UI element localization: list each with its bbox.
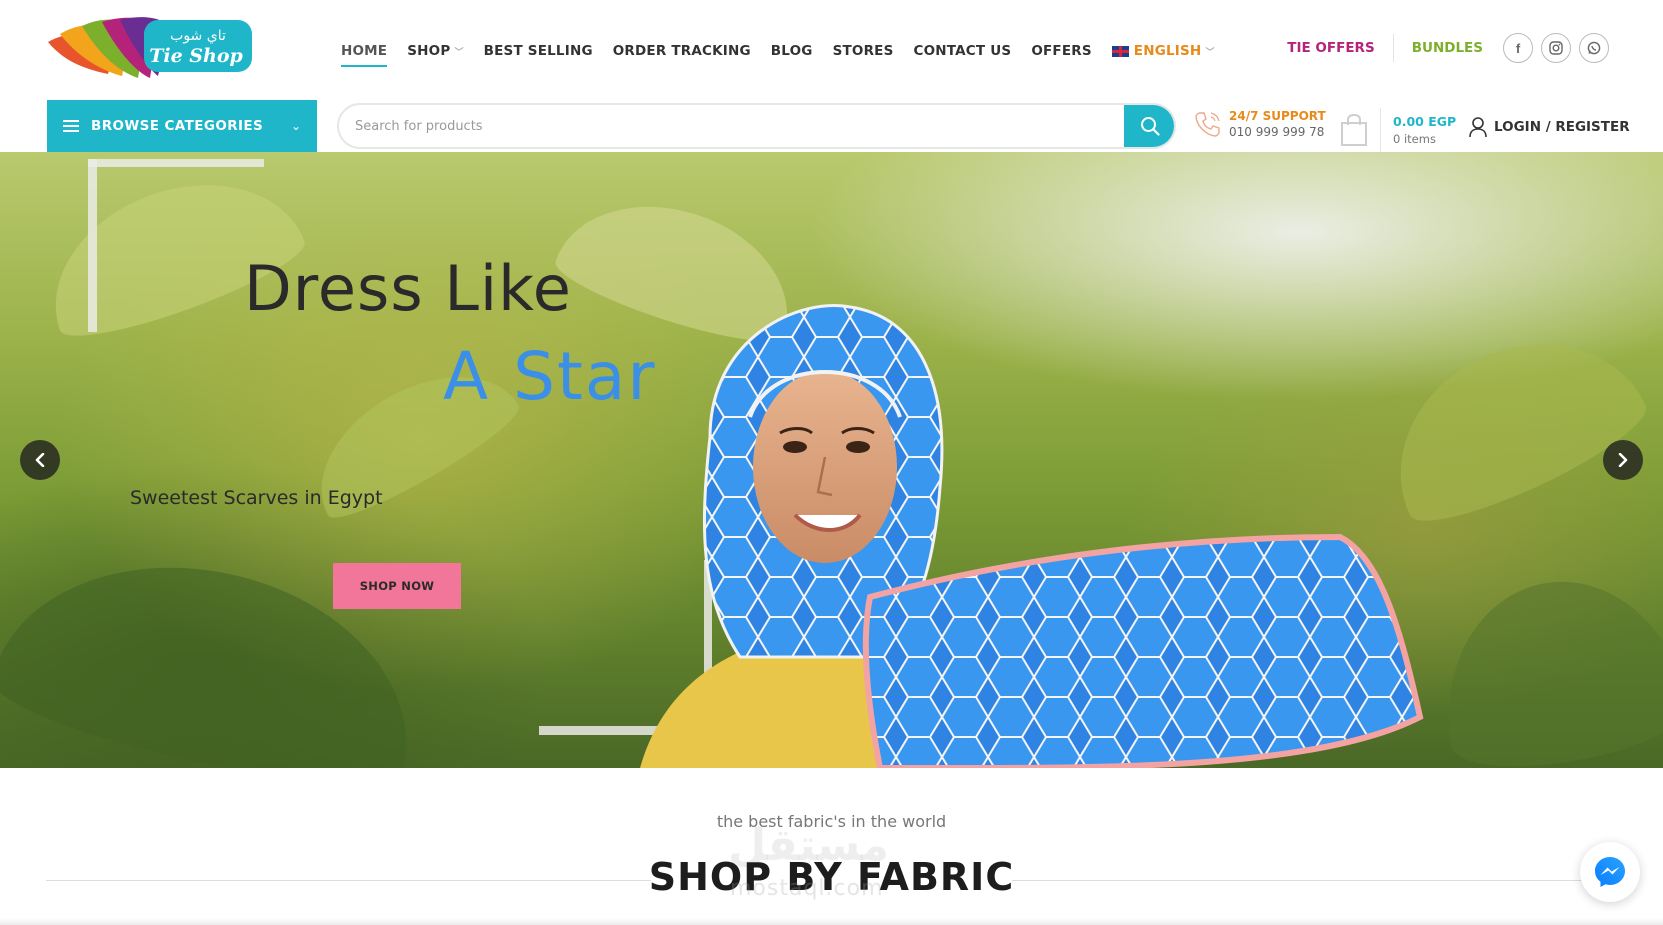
cart-total: 0.00 EGP [1393,114,1457,129]
chevron-right-icon [1618,453,1628,467]
browse-categories-label: BROWSE CATEGORIES [91,118,264,134]
hero-headline-line2: A Star [443,338,657,415]
support-phone: 010 999 999 78 [1229,125,1325,139]
nav-blog[interactable]: BLOG [771,38,813,64]
decor-frame-line [88,159,264,167]
support-block[interactable]: 24/7 SUPPORT 010 999 999 78 [1193,108,1326,140]
messenger-chat-button[interactable] [1580,842,1640,902]
language-label: ENGLISH [1133,43,1202,59]
chevron-down-icon: ﹀ [1205,47,1215,58]
login-register-link[interactable]: LOGIN / REGISTER [1468,116,1630,138]
main-nav: HOME SHOP ﹀ BEST SELLING ORDER TRACKING B… [341,38,1235,67]
hero-headline-line1: Dress Like [244,252,572,325]
chevron-down-icon: ⌄ [290,119,301,133]
shopping-bag-icon [1341,113,1367,146]
nav-best-selling-label: BEST SELLING [483,43,593,59]
cart-widget[interactable]: 0.00 EGP 0 items [1340,108,1456,152]
bundles-link[interactable]: BUNDLES [1412,40,1483,56]
nav-blog-label: BLOG [770,43,813,59]
nav-stores[interactable]: STORES [833,38,894,64]
nav-offers-label: OFFERS [1031,43,1092,59]
divider [1380,108,1381,152]
search-input[interactable] [339,105,1124,147]
user-icon [1469,117,1487,138]
support-title: 24/7 SUPPORT [1229,109,1326,123]
browse-categories-button[interactable]: BROWSE CATEGORIES ⌄ [47,100,317,152]
hero-model-image [640,304,1424,768]
header-top: تاي شوب Tie Shop HOME SHOP ﹀ BEST SELLING… [0,0,1663,100]
messenger-icon [1595,857,1625,887]
hero-subtitle: Sweetest Scarves in Egypt [130,487,383,509]
nav-offers[interactable]: OFFERS [1031,38,1091,64]
slider-next-button[interactable] [1603,440,1643,480]
hero-slider: Dress Like A Star Sweetest Scarves in Eg… [0,152,1663,768]
search-icon [1141,117,1160,136]
logo-arabic-text: تاي شوب [170,28,226,44]
shop-now-button[interactable]: SHOP NOW [333,563,461,609]
nav-order-tracking[interactable]: ORDER TRACKING [613,38,751,64]
cart-item-count: 0 items [1393,132,1436,146]
divider [1392,34,1394,62]
nav-shop-label: SHOP [407,43,451,59]
slider-prev-button[interactable] [20,440,60,480]
tie-offers-link[interactable]: TIE OFFERS [1287,40,1374,56]
facebook-icon[interactable]: f [1503,33,1533,63]
chevron-down-icon: ﹀ [454,47,464,58]
nav-contact-us-label: CONTACT US [913,43,1012,59]
nav-stores-label: STORES [832,43,894,59]
nav-order-tracking-label: ORDER TRACKING [612,43,751,59]
nav-home[interactable]: HOME [341,38,388,67]
uk-flag-icon [1111,45,1129,57]
search-button[interactable] [1124,105,1174,147]
phone-icon [1195,112,1220,137]
nav-contact-us[interactable]: CONTACT US [914,38,1012,64]
watermark-latin: mostaql.com [730,876,884,901]
hamburger-icon [63,120,79,132]
nav-home-label: HOME [341,43,388,59]
logo-latin-text: Tie Shop [149,45,243,67]
chevron-left-icon [35,453,45,467]
facebook-glyph: f [1515,40,1521,56]
search-bar [337,103,1176,149]
nav-shop[interactable]: SHOP ﹀ [407,38,463,64]
nav-best-selling[interactable]: BEST SELLING [484,38,593,64]
login-register-label: LOGIN / REGISTER [1494,119,1630,135]
whatsapp-icon[interactable] [1579,33,1609,63]
section-subtitle: the best fabric's in the world [716,812,947,831]
site-logo[interactable]: تاي شوب Tie Shop [46,16,258,80]
decor-frame-line [88,159,97,332]
instagram-icon[interactable] [1541,33,1571,63]
header-right-links: TIE OFFERS BUNDLES f [1287,33,1663,63]
language-selector[interactable]: ENGLISH ﹀ [1111,38,1215,64]
page-bottom-edge [0,918,1663,925]
